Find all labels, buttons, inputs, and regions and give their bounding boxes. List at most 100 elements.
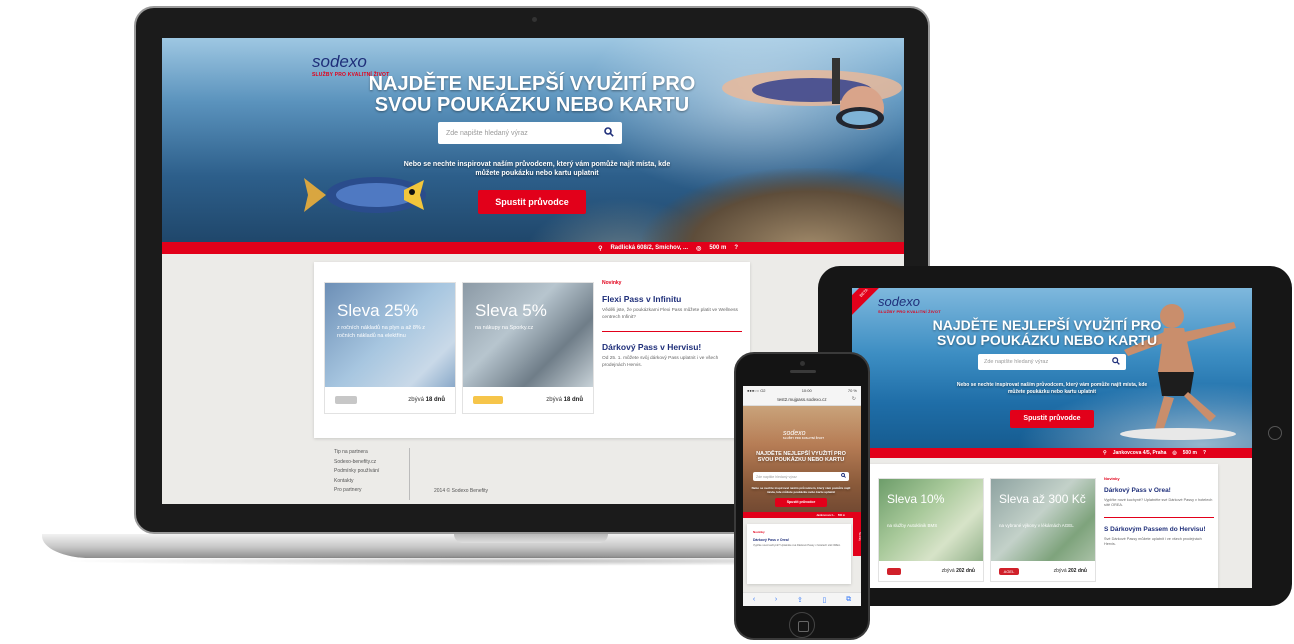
offer-footer: AGEL zbývá 202 dnů <box>991 561 1095 581</box>
radius-icon: ◎ <box>1172 450 1177 456</box>
location-bar[interactable]: ⚲ Jankovcova 4/5, Praha ◎ 500 m ? <box>868 448 1218 458</box>
hero-subtitle: Nebo se nechte inspirovat naším průvodce… <box>956 382 1148 395</box>
footer-link[interactable]: Tip na partnera <box>334 448 379 458</box>
news-title[interactable]: Flexi Pass v Infinitu <box>602 294 742 304</box>
share-icon[interactable]: ⇪ <box>797 596 803 604</box>
location-address[interactable]: Jankovcova 4... <box>816 514 834 517</box>
sodexo-logo[interactable]: sodexo SLUŽBY PRO KVALITNÍ ŽIVOT <box>783 430 824 440</box>
phone-device: ●●●○○ O2 10:00 70 % test2.mujpass.sodexo… <box>734 352 870 640</box>
hero-title: NAJDĚTE NEJLEPŠÍ VYUŽITÍ PRO SVOU POUKÁZ… <box>912 318 1182 347</box>
search-icon[interactable] <box>604 126 614 140</box>
start-guide-button[interactable]: Spustit průvodce <box>478 190 586 214</box>
phone-speaker <box>790 370 816 373</box>
footer-link[interactable]: Kontakty <box>334 477 379 487</box>
hero-subtitle: Nebo se nechte inspirovat naším průvodce… <box>403 161 671 178</box>
offer-title: Sleva 5% <box>475 301 547 320</box>
hero-title-line1: NAJDĚTE NEJLEPŠÍ VYUŽITÍ PRO <box>932 317 1162 333</box>
hero-banner: sodexo SLUŽBY PRO KVALITNÍ ŽIVOT NAJDĚTE… <box>743 406 861 518</box>
phone-screen: ●●●○○ O2 10:00 70 % test2.mujpass.sodexo… <box>743 386 861 606</box>
logo-tagline: SLUŽBY PRO KVALITNÍ ŽIVOT <box>783 437 825 440</box>
hero-title: NAJDĚTE NEJLEPŠÍ VYUŽITÍ PRO SVOU POUKÁZ… <box>342 74 722 116</box>
coral-reef-image <box>642 168 904 250</box>
hero-subtitle: Nebo se nechte inspirovat naším průvodce… <box>751 486 851 495</box>
news-tag: Novinky <box>1104 476 1120 481</box>
hero-title-line2: SVOU POUKÁZKU NEBO KARTU <box>374 94 690 116</box>
location-bar[interactable]: ⚲ Radlická 608/2, Smíchov, ... ◎ 500 m ? <box>314 242 750 254</box>
start-guide-button[interactable]: Spustit průvodce <box>1010 410 1094 428</box>
forward-icon[interactable]: › <box>775 596 777 603</box>
footer-link[interactable]: Pro partnery <box>334 486 379 496</box>
help-button[interactable]: ? <box>1203 450 1206 456</box>
footer-link[interactable]: Sodexo-benefity.cz <box>334 458 379 468</box>
news-column: Novinky Dárkový Pass v Orea! Vyplňte nov… <box>1104 476 1214 556</box>
footer-link[interactable]: Podmínky používání <box>334 467 379 477</box>
news-divider <box>602 331 742 333</box>
address-bar[interactable]: test2.mujpass.sodexo.cz ↻ <box>743 394 861 406</box>
page-footer: Tip na partnera Sodexo-benefity.cz Podmí… <box>334 444 734 504</box>
location-address[interactable]: Jankovcova 4/5, Praha <box>1113 450 1167 456</box>
news-title[interactable]: Dárkový Pass v Orea! <box>1104 487 1214 495</box>
start-guide-button[interactable]: Spustit průvodce <box>775 498 827 507</box>
news-side-tab[interactable]: Novinky <box>853 516 861 556</box>
offer-card[interactable]: Sleva 25% z ročních nákladů na plyn a až… <box>324 282 456 414</box>
hero-banner: BETA sodexo SLUŽBY PRO KVALITNÍ ŽIVOT NA… <box>852 288 1252 452</box>
tabs-icon[interactable]: ⧉ <box>846 596 851 604</box>
location-address[interactable]: Radlická 608/2, Smíchov, ... <box>610 245 688 251</box>
url-text[interactable]: test2.mujpass.sodexo.cz <box>777 397 826 402</box>
news-divider <box>1104 516 1214 518</box>
sodexo-logo[interactable]: sodexo SLUŽBY PRO KVALITNÍ ŽIVOT <box>878 294 941 314</box>
search-placeholder: Zde napište hledaný výraz <box>446 129 528 137</box>
news-text: Vyplňte nové kuchyně? Uplatněte své Dárk… <box>1104 498 1213 508</box>
footer-links: Tip na partnera Sodexo-benefity.cz Podmí… <box>334 448 411 500</box>
search-placeholder: Zde napište hledaný výraz <box>756 474 797 479</box>
tablet-home-button[interactable] <box>1268 426 1282 440</box>
content-card: Sleva 25% z ročních nákladů na plyn a až… <box>314 262 750 438</box>
offer-image <box>463 283 593 387</box>
laptop-camera <box>532 17 537 22</box>
logo-tagline: SLUŽBY PRO KVALITNÍ ŽIVOT <box>878 309 941 314</box>
search-icon[interactable] <box>1112 357 1120 367</box>
news-text: Věděli jste, že poukázkami Flexi Pass mů… <box>602 308 738 320</box>
news-title[interactable]: Dárkový Pass v Orea! <box>753 538 843 542</box>
radius-icon: ◎ <box>696 245 702 252</box>
offer-title: Sleva až 300 Kč <box>999 492 1086 506</box>
battery-level: 70 % <box>847 388 857 393</box>
offer-remaining: zbývá 202 dnů <box>1053 568 1087 574</box>
bookmarks-icon[interactable]: ▯ <box>823 596 827 604</box>
hero-title-line2: SVOU POUKÁZKU NEBO KARTU <box>757 456 845 463</box>
search-input[interactable]: Zde napište hledaný výraz <box>978 354 1126 370</box>
offer-description: na vybrané výkony v lékárnách AGEL <box>999 523 1074 528</box>
footer-copyright: 2014 © Sodexo Benefity <box>434 488 488 494</box>
offer-card[interactable]: Sleva 5% na nákupy na Sporky.cz zbývá 18… <box>462 282 594 414</box>
offer-remaining: zbývá 202 dnů <box>941 568 975 574</box>
location-radius[interactable]: 500 m <box>838 514 845 517</box>
phone-camera <box>800 361 805 366</box>
location-radius[interactable]: 500 m <box>1183 450 1197 456</box>
search-input[interactable]: Zde napište hledaný výraz <box>753 472 849 481</box>
news-text: Vyplňte nové kuchyně? Uplatněte své Dárk… <box>753 544 841 547</box>
news-title[interactable]: Dárkový Pass v Hervisu! <box>602 342 742 352</box>
news-text: Své Dárkové Passy můžete uplatnit i ve v… <box>1104 536 1202 547</box>
hero-banner: sodexo SLUŽBY PRO KVALITNÍ ŽIVOT NAJDĚTE… <box>162 38 904 250</box>
reload-icon[interactable]: ↻ <box>852 396 856 402</box>
search-input[interactable]: Zde napište hledaný výraz <box>438 122 622 144</box>
news-title[interactable]: S Dárkovým Passem do Hervisu! <box>1104 526 1214 534</box>
offer-remaining: zbývá 18 dnů <box>408 397 445 403</box>
partner-logo <box>473 396 503 404</box>
tablet-device: BETA sodexo SLUŽBY PRO KVALITNÍ ŽIVOT NA… <box>818 266 1292 606</box>
logo-word: sodexo <box>878 294 920 309</box>
location-bar[interactable]: Jankovcova 4... 500 m <box>753 512 851 518</box>
phone-home-button[interactable] <box>789 612 815 638</box>
logo-word: sodexo <box>783 430 806 437</box>
offer-description: na nákupy na Sporky.cz <box>475 325 534 331</box>
news-tag: Novinky <box>602 280 622 286</box>
location-pin-icon: ⚲ <box>598 245 603 252</box>
help-button[interactable]: ? <box>734 245 738 251</box>
offer-card[interactable]: Sleva 10% na služby Autoklinik BMS zbývá… <box>878 478 984 582</box>
browser-toolbar: ‹ › ⇪ ▯ ⧉ <box>743 592 861 606</box>
offer-title: Sleva 10% <box>887 492 945 506</box>
back-icon[interactable]: ‹ <box>753 596 755 603</box>
search-icon[interactable] <box>841 473 846 480</box>
offer-card[interactable]: Sleva až 300 Kč na vybrané výkony v léká… <box>990 478 1096 582</box>
location-radius[interactable]: 500 m <box>709 245 726 251</box>
